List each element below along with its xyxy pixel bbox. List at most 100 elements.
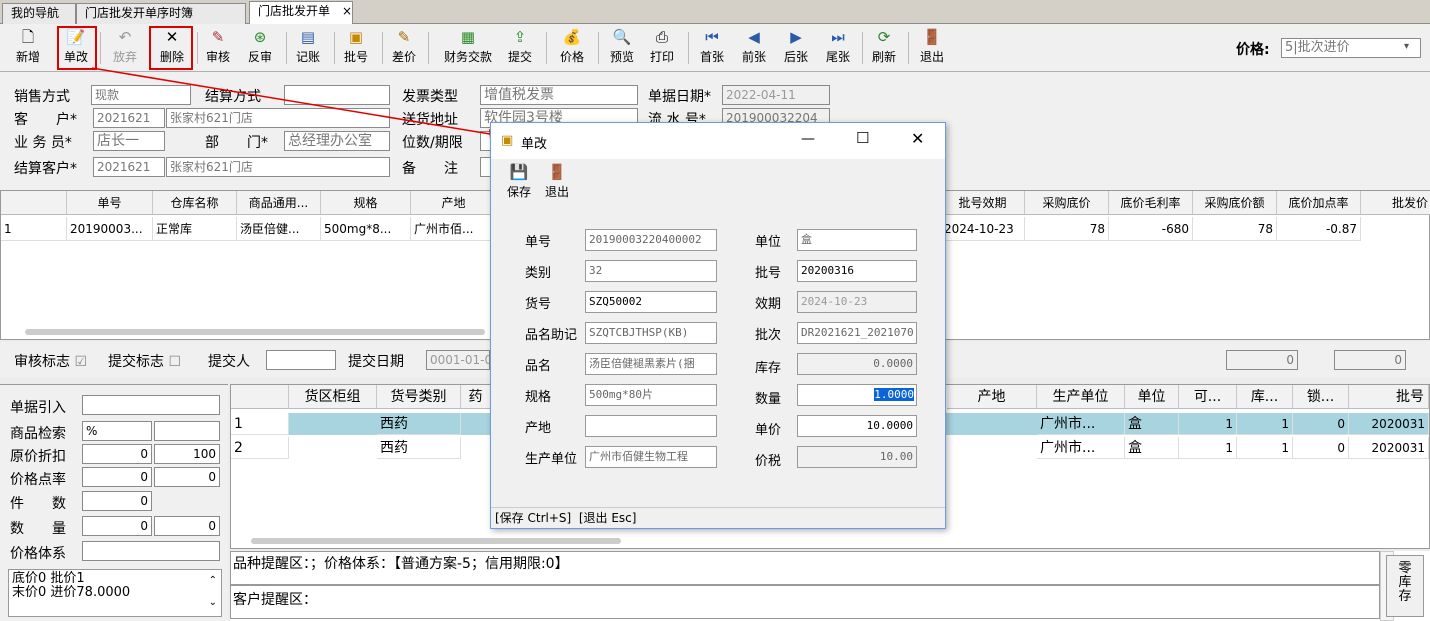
table-cell[interactable]: 广州市... [1037,413,1125,435]
table-cell[interactable]: 西药 [377,413,461,435]
product-name-field[interactable]: 汤臣倍健褪黑素片(捆 [585,353,717,375]
table-cell[interactable]: 1 [1179,413,1237,435]
table-cell[interactable]: 广州市... [1037,437,1125,459]
table-cell[interactable]: 500mg*8... [321,217,411,241]
batch-no-field[interactable]: 20200316 [797,260,917,282]
grid-header[interactable]: 货区柜组 [289,385,377,409]
discard-button[interactable]: ↶ 放弃 [105,26,145,70]
sale-method-field[interactable]: 现款 [91,85,191,105]
discount-field-b[interactable]: 100 [154,444,220,464]
close-icon[interactable]: ✕ [911,129,924,148]
qty-field-b[interactable]: 0 [154,516,220,536]
settle-customer-code-field[interactable]: 2021621 [93,157,165,177]
submit-button[interactable]: ⇪ 提交 [502,26,538,70]
table-cell[interactable]: -0.87 [1277,217,1361,241]
chevron-down-icon[interactable]: ▾ [1404,41,1409,52]
exit-button[interactable]: 🚪 退出 [914,26,950,70]
table-cell[interactable]: 正常库 [153,217,237,241]
table-cell[interactable]: 2024-10-23 [941,217,1025,241]
table-cell[interactable]: 1 [1237,413,1293,435]
grid-header[interactable]: 库... [1237,385,1293,409]
customer-name-field[interactable]: 张家村621门店 [166,108,390,128]
grid-header[interactable] [1,191,67,215]
refresh-button[interactable]: ⟳ 刷新 [866,26,902,70]
audit-button[interactable]: ✎ 审核 [200,26,236,70]
manufacturer-field[interactable]: 广州市佰健生物工程 [585,446,717,468]
grid-header[interactable]: 产地 [411,191,497,215]
markup-field-b[interactable]: 0 [154,467,220,487]
qty-field-a[interactable]: 0 [82,516,152,536]
maximize-icon[interactable]: ☐ [856,129,869,147]
grid-header[interactable]: 商品通用... [237,191,321,215]
grid-header[interactable]: 批号 [1349,385,1429,409]
ledger-button[interactable]: ▤ 记账 [290,26,326,70]
invoice-type-field[interactable]: 增值税发票 [480,85,638,105]
zero-stock-button[interactable]: 零库存 [1386,555,1424,617]
markup-field-a[interactable]: 0 [82,467,152,487]
table-cell[interactable]: 1 [1237,437,1293,459]
grid-header[interactable]: 可... [1179,385,1237,409]
last-record-button[interactable]: ⏭ 尾张 [820,26,856,70]
table-cell[interactable]: 盒 [1125,413,1179,435]
grid-header[interactable]: 底价加点率 [1277,191,1361,215]
price-button[interactable]: 💰 价格 [554,26,590,70]
horizontal-scrollbar[interactable] [235,536,1425,546]
dept-field[interactable]: 总经理办公室 [284,131,390,151]
prev-record-button[interactable]: ◀ 前张 [736,26,772,70]
new-button[interactable]: 🗋 新增 [8,26,48,70]
grid-header[interactable]: 底价毛利率 [1109,191,1193,215]
grid-header[interactable]: 产地 [947,385,1037,409]
doc-ref-field[interactable] [82,395,220,415]
table-cell[interactable]: 盒 [1125,437,1179,459]
grid-header[interactable]: 采购底价 [1025,191,1109,215]
quantity-field[interactable]: 1.0000 [797,384,917,406]
price-system-field[interactable] [82,541,220,561]
table-cell[interactable]: 0 [1293,413,1349,435]
grid-header[interactable]: 单号 [67,191,153,215]
grid-header[interactable]: 货号类别 [377,385,461,409]
table-cell[interactable]: 78 [1193,217,1277,241]
finance-payment-button[interactable]: ▦ 财务交款 [438,26,498,70]
search-input-2[interactable] [154,421,220,441]
table-cell[interactable]: 2020031 [1349,437,1429,459]
batch-button[interactable]: ▣ 批号 [338,26,374,70]
chevron-down-icon[interactable]: ⌄ [209,596,217,610]
lot-field[interactable]: DR2021621_2021070 [797,322,917,344]
table-cell[interactable]: 西药 [377,437,461,459]
search-input[interactable]: % [82,421,152,441]
grid-header[interactable]: 批号效期 [941,191,1025,215]
table-cell[interactable]: 20190003... [67,217,153,241]
table-cell[interactable]: 2020031 [1349,413,1429,435]
reverse-audit-button[interactable]: ⊛ 反审 [242,26,278,70]
discount-field-a[interactable]: 0 [82,444,152,464]
next-record-button[interactable]: ▶ 后张 [778,26,814,70]
scrollbar-thumb[interactable] [25,329,485,335]
expiry-field[interactable]: 2024-10-23 [797,291,917,313]
grid-header[interactable]: 仓库名称 [153,191,237,215]
print-button[interactable]: ⎙ 打印 [644,26,680,70]
settle-method-field[interactable] [284,85,390,105]
table-cell[interactable]: 广州市佰... [411,217,497,241]
date-field[interactable]: 2022-04-11 [722,85,830,105]
close-icon[interactable]: × [342,4,352,18]
grid-header[interactable]: 生产单位 [1037,385,1125,409]
chevron-up-icon[interactable]: ⌃ [209,574,217,588]
grid-header[interactable]: 药 [461,385,491,409]
customer-code-field[interactable]: 2021621 [93,108,165,128]
first-record-button[interactable]: ⏮ 首张 [694,26,730,70]
tab-wholesale-journal[interactable]: 门店批发开单序时簿 [76,3,246,24]
dialog-save-button[interactable]: 💾 保存 [503,161,535,201]
spec-field[interactable]: 500mg*80片 [585,384,717,406]
mnemonic-field[interactable]: SZQTCBJTHSP(KB) [585,322,717,344]
category-field[interactable]: 32 [585,260,717,282]
pieces-field[interactable]: 0 [82,491,152,511]
item-no-field[interactable]: SZQ50002 [585,291,717,313]
table-cell[interactable]: -680 [1109,217,1193,241]
price-diff-button[interactable]: ✎ 差价 [386,26,422,70]
price-select[interactable]: 5|批次进价 [1281,38,1421,58]
unit-price-field[interactable]: 10.0000 [797,415,917,437]
doc-no-field[interactable]: 20190003220400002 [585,229,717,251]
salesman-field[interactable]: 店长一 [93,131,165,151]
table-cell[interactable]: 1 [231,413,289,435]
table-cell[interactable]: 2 [231,437,289,459]
